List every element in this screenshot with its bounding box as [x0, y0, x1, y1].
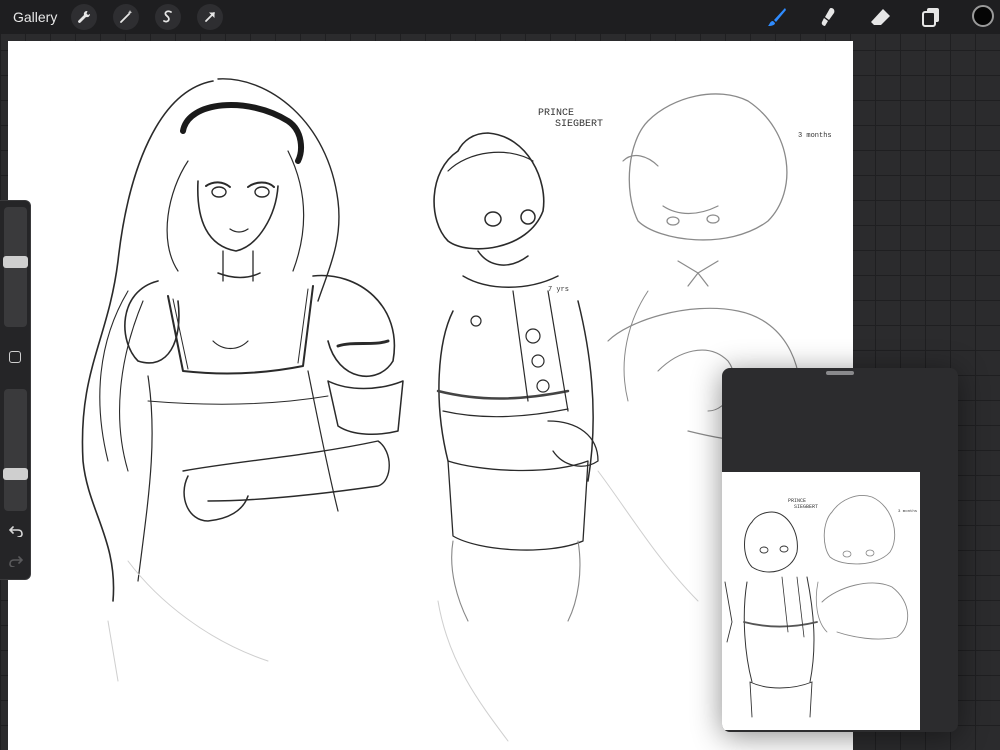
color-picker-button[interactable] [972, 5, 994, 27]
reference-image: PRINCE SIEGBERT 3 months [722, 472, 920, 730]
reference-drag-handle[interactable] [826, 371, 854, 375]
eraser-icon [871, 9, 890, 25]
brush-icon [768, 8, 786, 26]
smudge-button[interactable] [816, 4, 842, 30]
layers-icon [922, 8, 939, 27]
brush-button[interactable] [764, 4, 790, 30]
opacity-thumb[interactable] [3, 468, 28, 480]
annotation-name-line2: SIEGBERT [555, 119, 603, 130]
annotation-age: 3 months [798, 132, 832, 140]
annotation-name-line1: PRINCE [538, 108, 574, 119]
reference-sketch: PRINCE SIEGBERT 3 months [724, 495, 918, 718]
smudge-icon [821, 8, 835, 26]
transform-arrow-icon [205, 12, 216, 22]
undo-icon [9, 526, 23, 537]
side-toolbar [0, 200, 31, 580]
annotation-small: 7 yrs [548, 286, 569, 294]
adjustments-button[interactable] [113, 4, 140, 30]
reference-window[interactable]: PRINCE SIEGBERT 3 months [722, 368, 958, 732]
selection-icon [163, 10, 173, 23]
actions-button[interactable] [71, 4, 98, 30]
undo-button[interactable] [6, 523, 26, 539]
eraser-button[interactable] [868, 4, 894, 30]
modify-button[interactable] [9, 351, 21, 363]
gallery-button[interactable]: Gallery [13, 9, 57, 25]
top-toolbar: Gallery [0, 0, 1000, 34]
opacity-slider[interactable] [3, 389, 28, 511]
magic-wand-icon [120, 10, 133, 23]
brush-size-slider[interactable] [3, 207, 28, 327]
ref-annotation-name-line2: SIEGBERT [794, 504, 818, 510]
layers-button[interactable] [918, 4, 944, 30]
brush-size-thumb[interactable] [3, 256, 28, 268]
ref-annotation-age: 3 months [898, 509, 918, 514]
selection-button[interactable] [155, 4, 182, 30]
redo-icon [9, 556, 23, 567]
transform-button[interactable] [197, 4, 224, 30]
redo-button[interactable] [6, 553, 26, 569]
wrench-icon [78, 10, 91, 23]
